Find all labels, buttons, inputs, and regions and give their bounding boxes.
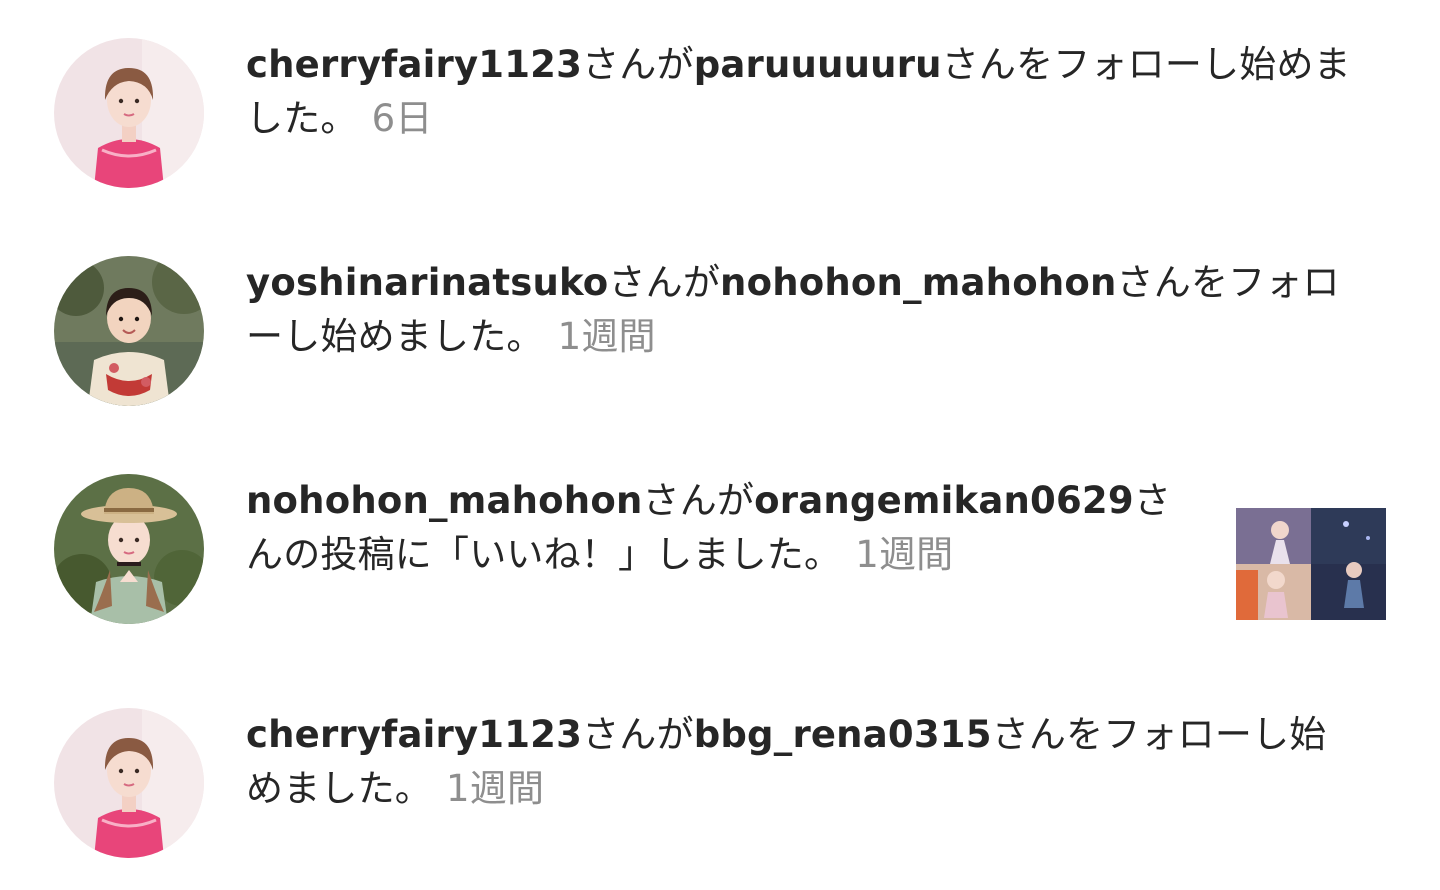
timestamp: 1週間 <box>855 533 954 576</box>
avatar-image <box>54 708 204 858</box>
timestamp: 1週間 <box>446 767 545 810</box>
activity-text: cherryfairy1123さんがparuuuuuruさんをフォローし始めまし… <box>246 38 1356 146</box>
user-avatar[interactable] <box>54 256 204 406</box>
actor-username[interactable]: nohohon_mahohon <box>246 479 643 522</box>
avatar-image <box>54 474 204 624</box>
target-username[interactable]: nohohon_mahohon <box>720 261 1117 304</box>
timestamp: 1週間 <box>557 315 656 358</box>
user-avatar[interactable] <box>54 474 204 624</box>
connector-text: さんが <box>642 479 755 522</box>
user-avatar[interactable] <box>54 38 204 188</box>
connector-text: さんが <box>608 261 721 304</box>
activity-text: cherryfairy1123さんがbbg_rena0315さんをフォローし始め… <box>246 708 1356 816</box>
activity-text: nohohon_mahohonさんがorangemikan0629さんの投稿に「… <box>246 474 1206 582</box>
target-username[interactable]: paruuuuuru <box>694 43 942 86</box>
activity-item[interactable]: cherryfairy1123さんがbbg_rena0315さんをフォローし始め… <box>0 708 1440 888</box>
actor-username[interactable]: cherryfairy1123 <box>246 43 582 86</box>
post-thumbnail[interactable] <box>1236 508 1386 620</box>
target-username[interactable]: bbg_rena0315 <box>694 713 992 756</box>
activity-feed: cherryfairy1123さんがparuuuuuruさんをフォローし始めまし… <box>0 0 1440 890</box>
activity-text: yoshinarinatsukoさんがnohohon_mahohonさんをフォロ… <box>246 256 1356 364</box>
target-username[interactable]: orangemikan0629 <box>754 479 1134 522</box>
post-thumbnail-image <box>1236 508 1386 620</box>
actor-username[interactable]: yoshinarinatsuko <box>246 261 608 304</box>
avatar-image <box>54 38 204 188</box>
connector-text: さんが <box>582 713 694 756</box>
activity-item[interactable]: cherryfairy1123さんがparuuuuuruさんをフォローし始めまし… <box>0 38 1440 218</box>
connector-text: さんが <box>582 43 694 86</box>
avatar-image <box>54 256 204 406</box>
activity-item[interactable]: nohohon_mahohonさんがorangemikan0629さんの投稿に「… <box>0 474 1440 654</box>
activity-item[interactable]: yoshinarinatsukoさんがnohohon_mahohonさんをフォロ… <box>0 256 1440 436</box>
user-avatar[interactable] <box>54 708 204 858</box>
timestamp: 6日 <box>371 97 433 140</box>
actor-username[interactable]: cherryfairy1123 <box>246 713 582 756</box>
